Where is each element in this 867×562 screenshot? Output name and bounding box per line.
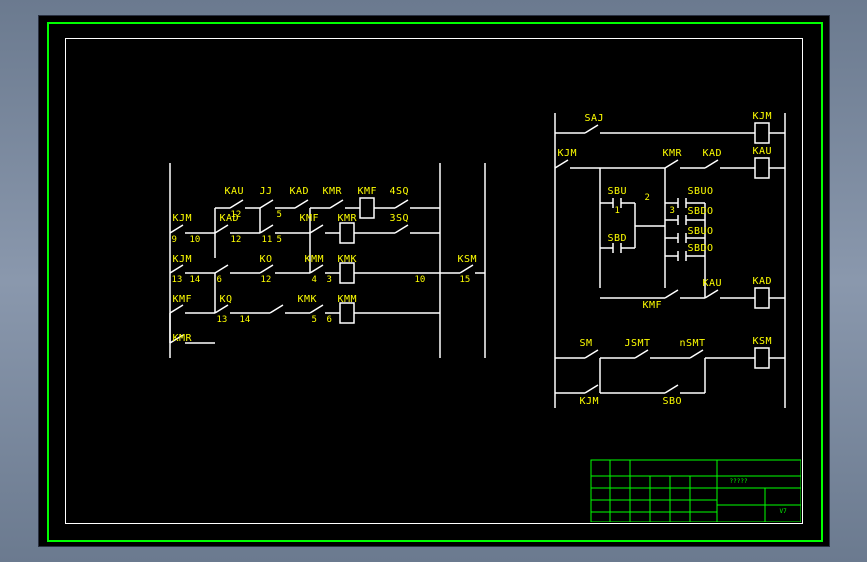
num-6: 6 (217, 275, 222, 285)
label-kad3: KAD (703, 148, 723, 159)
num-10: 10 (190, 235, 201, 245)
label-sm: SM (580, 338, 593, 349)
label-kjm4: KJM (580, 396, 600, 407)
num-6b: 6 (327, 315, 332, 325)
label-ksm-coil: KSM (753, 336, 773, 347)
label-kmk: KMK (298, 294, 318, 305)
num-9: 9 (172, 235, 177, 245)
label-kau: KAU (225, 186, 245, 197)
label-kjm: KJM (173, 213, 193, 224)
label-jsmt: JSMT (625, 338, 651, 349)
num-13b: 13 (217, 315, 228, 325)
label-kmf3: KMF (173, 294, 193, 305)
diagram-content: KAU JJ KAD KMR KMF 4SQ 12 5 KJM KAD KMF … (65, 38, 801, 522)
label-kmk-coil: KMK (338, 254, 358, 265)
num-1: 1 (615, 206, 620, 216)
num-4: 4 (312, 275, 317, 285)
label-sbu: SBU (608, 186, 628, 197)
label-kq: KQ (220, 294, 233, 305)
tb-title: ????? (730, 478, 748, 485)
num-14b: 14 (240, 315, 251, 325)
label-kau-coil: KAU (753, 146, 773, 157)
label-ko: KO (260, 254, 273, 265)
label-sbuo: SBUO (688, 186, 714, 197)
label-nsmt: nSMT (680, 338, 706, 349)
label-kjm-coil: KJM (753, 111, 773, 122)
num-15: 15 (460, 275, 471, 285)
label-jj: JJ (260, 186, 273, 197)
num-12b: 12 (231, 235, 242, 245)
label-kmf2: KMF (300, 213, 320, 224)
num-5b: 5 (277, 235, 282, 245)
label-kmf-coil: KMF (358, 186, 378, 197)
num-3: 3 (327, 275, 332, 285)
num-11: 11 (262, 235, 273, 245)
label-kmr2: KMR (663, 148, 683, 159)
label-sbdo: SBDO (688, 206, 714, 217)
num-14: 14 (190, 275, 201, 285)
label-sbuo2: SBUO (688, 226, 714, 237)
label-sbd: SBD (608, 233, 628, 244)
label-kau2: KAU (703, 278, 723, 289)
label-kmr-coil: KMR (338, 213, 358, 224)
num-5c: 5 (312, 315, 317, 325)
num-12c: 12 (261, 275, 272, 285)
num-3b: 3 (670, 206, 675, 216)
label-kad-coil: KAD (753, 276, 773, 287)
label-saj: SAJ (585, 113, 605, 124)
num-5a: 5 (277, 210, 282, 220)
label-kmf4: KMF (643, 300, 663, 311)
cad-canvas[interactable]: KAU JJ KAD KMR KMF 4SQ 12 5 KJM KAD KMF … (38, 15, 830, 547)
label-sbo: SBO (663, 396, 683, 407)
num-10b: 10 (415, 275, 426, 285)
label-kad: KAD (290, 186, 310, 197)
label-kmm: KMM (305, 254, 325, 265)
label-kmr: KMR (323, 186, 343, 197)
label-kmr3: KMR (173, 333, 193, 344)
label-4sq: 4SQ (390, 186, 410, 197)
tb-sheet: V7 (780, 508, 787, 515)
num-13: 13 (172, 275, 183, 285)
label-sbdo2: SBDO (688, 243, 714, 254)
label-3sq: 3SQ (390, 213, 410, 224)
label-ksm: KSM (458, 254, 478, 265)
label-kmm-coil: KMM (338, 294, 358, 305)
num-2: 2 (645, 193, 650, 203)
label-kad2: KAD (220, 213, 240, 224)
label-kjm3: KJM (558, 148, 578, 159)
label-kjm2: KJM (173, 254, 193, 265)
